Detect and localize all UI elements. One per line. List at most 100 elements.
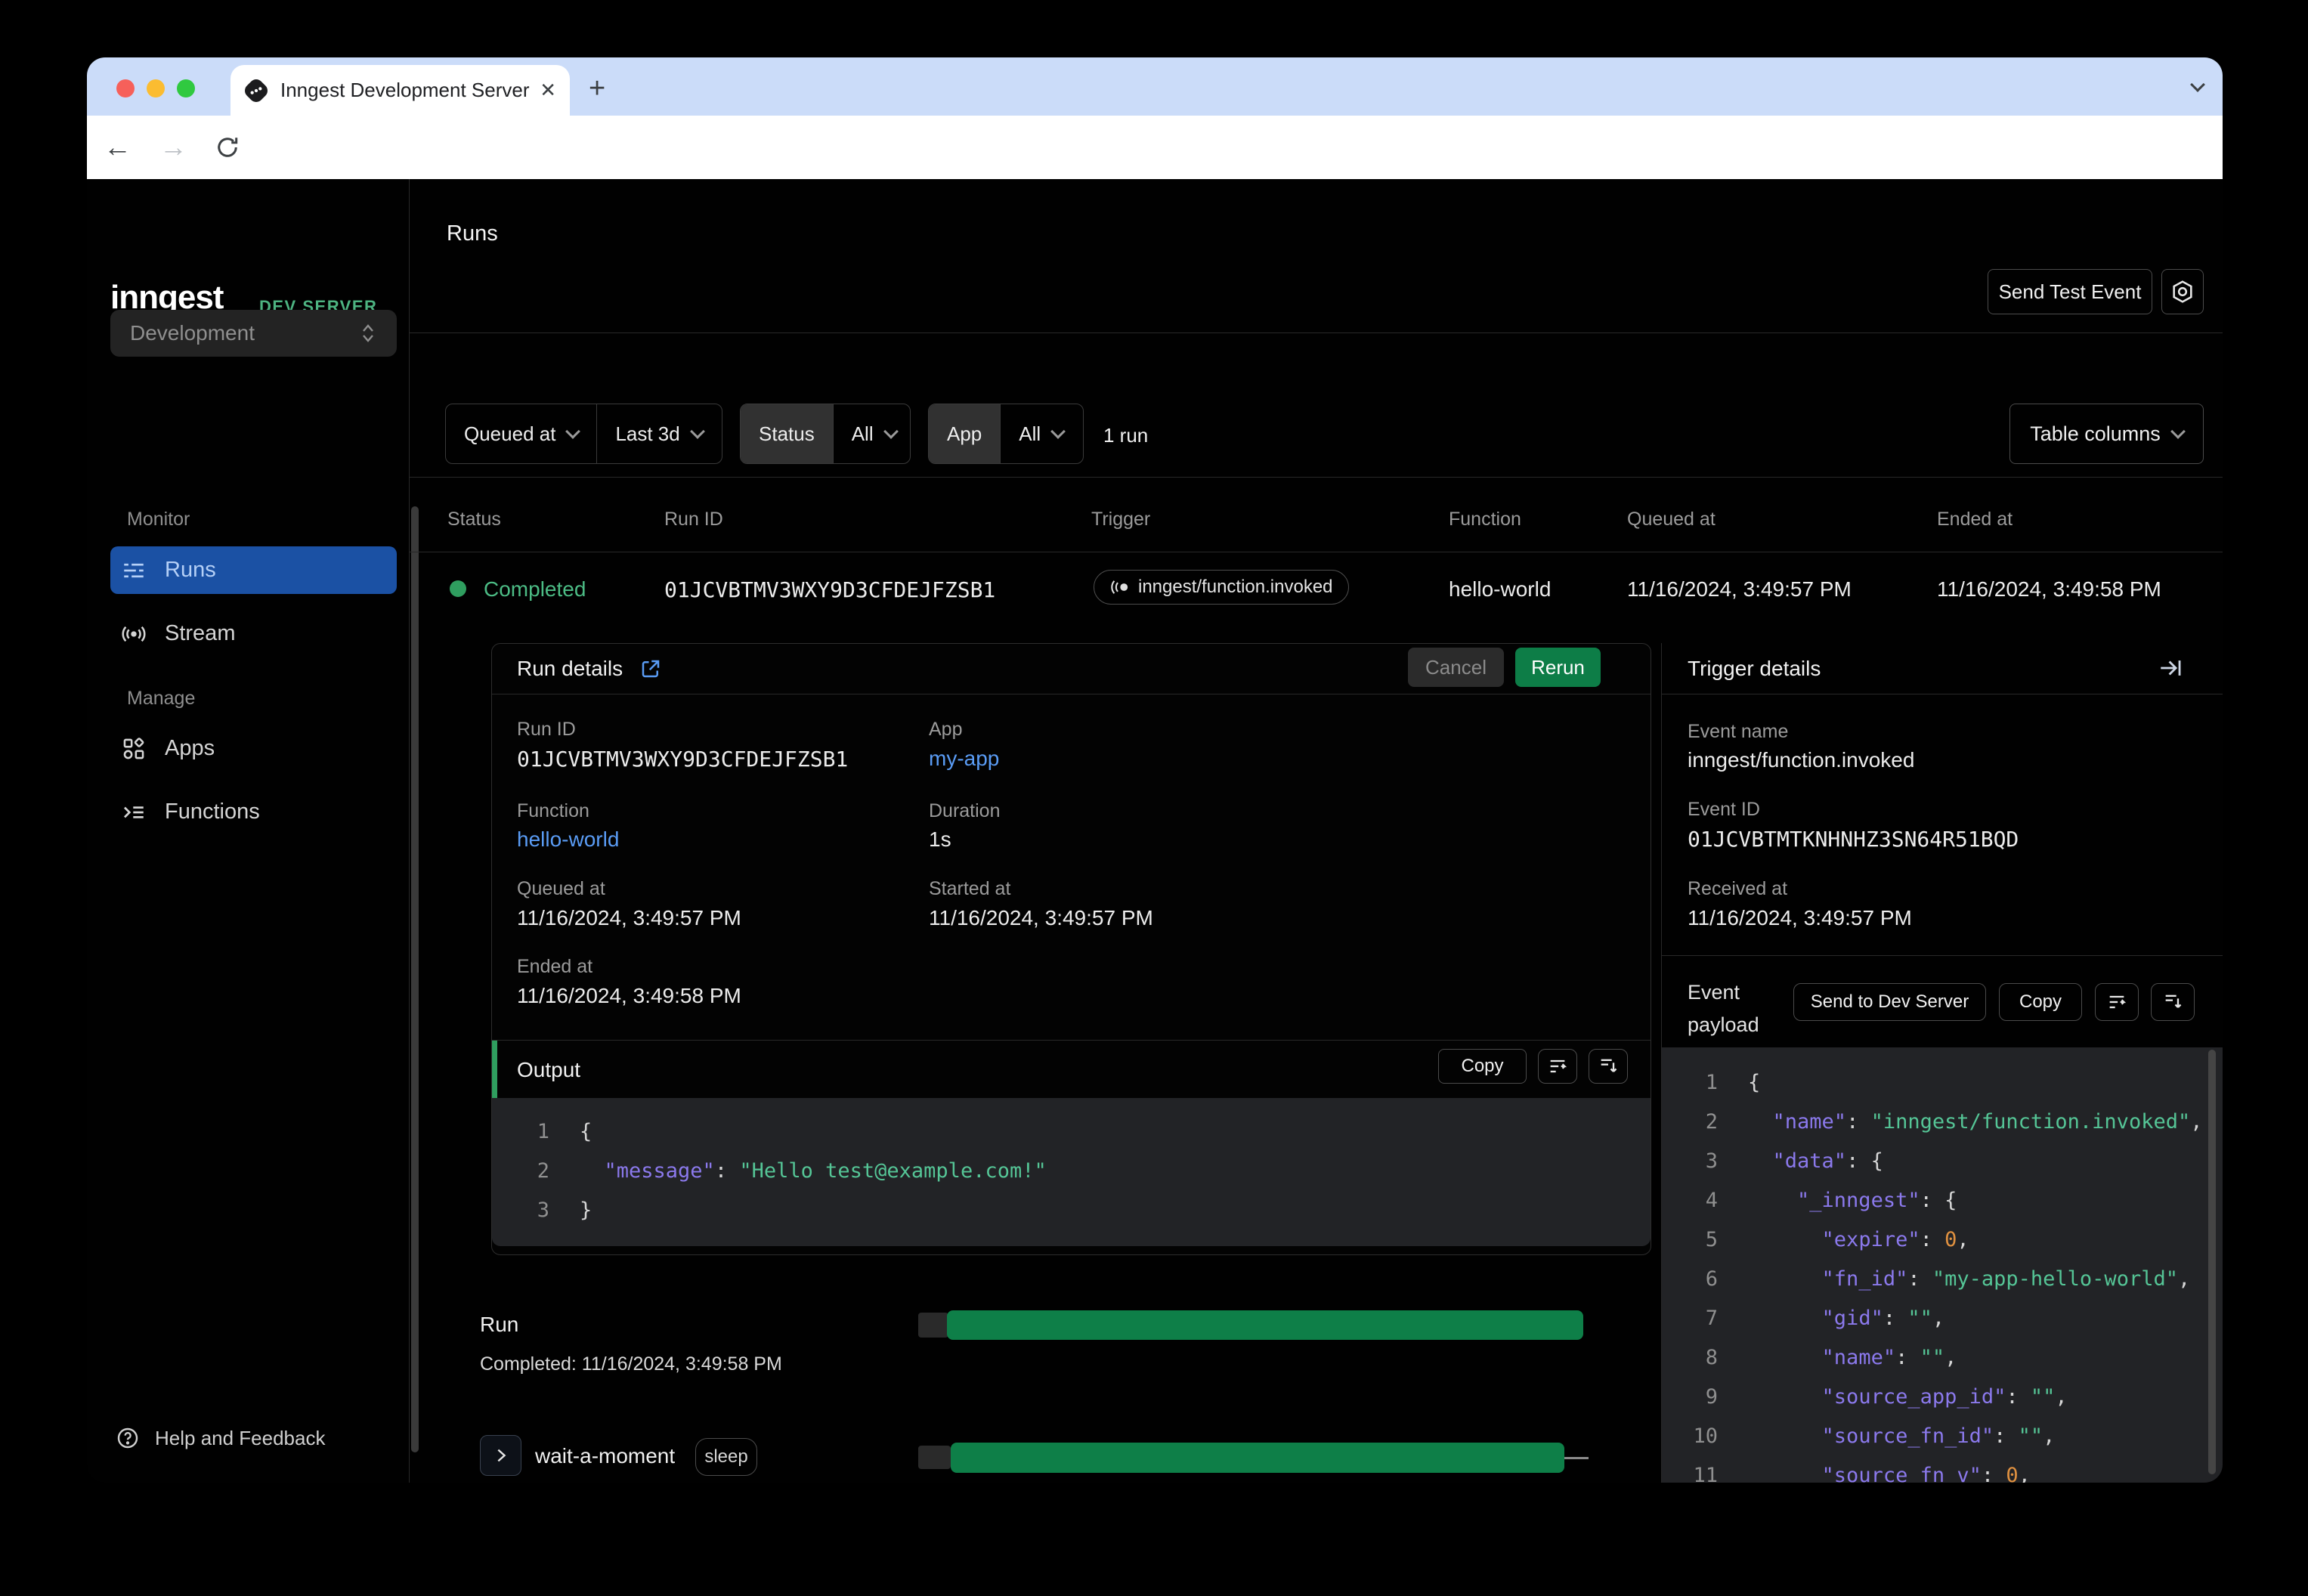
time-range-dropdown[interactable]: Last 3d [596, 404, 720, 463]
duration-value: 1s [929, 827, 951, 851]
output-top-divider [492, 1040, 1651, 1041]
tab-search-chevron-icon[interactable] [2180, 77, 2205, 94]
environment-select[interactable]: Development [110, 310, 397, 357]
browser-toolbar: ← → localhost:8288/runs [87, 116, 2223, 227]
payload-wrap-text-button[interactable] [2095, 983, 2139, 1021]
col-header-ended-at[interactable]: Ended at [1937, 509, 2013, 530]
event-id-label: Event ID [1688, 799, 1760, 820]
wrap-text-icon [2109, 995, 2127, 1009]
row-queued-at: 11/16/2024, 3:49:57 PM [1627, 577, 1852, 601]
collapse-right-icon [2161, 660, 2181, 676]
line-number: 11 [1693, 1464, 1718, 1483]
settings-button[interactable] [2161, 269, 2204, 314]
col-header-status[interactable]: Status [447, 509, 501, 530]
col-header-run-id[interactable]: Run ID [664, 509, 723, 530]
sidebar-item-apps[interactable]: Apps [110, 725, 397, 772]
event-trigger-badge[interactable]: inngest/function.invoked [1094, 570, 1349, 605]
status-filter-dropdown[interactable]: All [832, 404, 910, 463]
step-expand-button[interactable] [480, 1435, 521, 1476]
code-line: 3 "data": { [1675, 1142, 2223, 1181]
started-at-label: Started at [929, 878, 1011, 899]
browser-tab[interactable]: Inngest Development Server ✕ [230, 65, 570, 116]
time-filter[interactable]: Queued at Last 3d [445, 404, 722, 464]
cancel-button[interactable]: Cancel [1408, 648, 1504, 687]
status-filter[interactable]: Status All [740, 404, 911, 464]
function-link[interactable]: hello-world [517, 827, 619, 852]
col-header-trigger[interactable]: Trigger [1091, 509, 1150, 530]
tab-strip: Inngest Development Server ✕ + [87, 57, 2223, 116]
code-line: 11 "source_fn_v": 0, [1675, 1456, 2223, 1483]
output-wrap-text-button[interactable] [1538, 1049, 1577, 1084]
app-content: inngest DEV SERVER Development Monitor R… [87, 179, 2223, 1483]
code-line: 10 "source_fn_id": "", [1675, 1417, 2223, 1456]
run-count: 1 run [1103, 424, 1149, 447]
rerun-button[interactable]: Rerun [1515, 648, 1601, 687]
app-filter[interactable]: App All [928, 404, 1084, 464]
step-kind-badge: sleep [695, 1438, 757, 1476]
functions-list-icon [121, 800, 147, 825]
output-title: Output [517, 1058, 581, 1081]
row-run-id[interactable]: 01JCVBTMV3WXY9D3CFDEJFZSB1 [664, 577, 995, 602]
event-payload-code-block[interactable]: 1{2 "name": "inngest/function.invoked", 3… [1662, 1047, 2223, 1483]
send-test-event-button[interactable]: Send Test Event [1988, 269, 2152, 314]
payload-scroll-bottom-button[interactable] [2151, 983, 2195, 1021]
back-button[interactable]: ← [104, 131, 131, 164]
filter-divider [410, 477, 2223, 478]
code-line: 7 "gid": "", [1675, 1299, 2223, 1338]
event-payload-label: Event payload [1688, 981, 1759, 1036]
ended-at-label: Ended at [517, 956, 593, 977]
sidebar-item-stream[interactable]: Stream [110, 610, 397, 657]
tab-close-icon[interactable]: ✕ [540, 79, 556, 102]
output-code-block[interactable]: 1{2 "message": "Hello test@example.com!"… [492, 1098, 1651, 1246]
line-number: 8 [1705, 1346, 1718, 1369]
line-number: 5 [1705, 1228, 1718, 1251]
payload-copy-button[interactable]: Copy [1999, 983, 2082, 1021]
time-field-dropdown[interactable]: Queued at [446, 404, 596, 463]
help-label: Help and Feedback [155, 1426, 326, 1449]
ended-at-value: 11/16/2024, 3:49:58 PM [517, 984, 741, 1007]
browser-window: Inngest Development Server ✕ + ← → local… [87, 57, 2223, 1483]
run-id-label: Run ID [517, 719, 576, 740]
line-number: 4 [1705, 1189, 1718, 1212]
received-at-label: Received at [1688, 878, 1788, 899]
line-number: 6 [1705, 1267, 1718, 1291]
started-at-value: 11/16/2024, 3:49:57 PM [929, 906, 1153, 929]
step-name: wait-a-moment [535, 1444, 676, 1468]
output-scroll-bottom-button[interactable] [1589, 1049, 1628, 1084]
send-to-dev-server-button[interactable]: Send to Dev Server [1793, 983, 1986, 1021]
row-function: hello-world [1449, 577, 1552, 601]
payload-scrollbar[interactable] [2208, 1050, 2216, 1474]
zoom-window-button[interactable] [177, 79, 195, 97]
environment-select-value: Development [130, 321, 255, 345]
line-number: 2 [1705, 1110, 1718, 1134]
close-window-button[interactable] [116, 79, 135, 97]
code-line: 9 "source_app_id": "", [1675, 1378, 2223, 1417]
sidebar-item-functions[interactable]: Functions [110, 788, 397, 836]
section-label-manage: Manage [127, 688, 196, 709]
trigger-details-title: Trigger details [1688, 657, 1821, 680]
main-scrollbar[interactable] [411, 506, 419, 1452]
stream-broadcast-icon [121, 621, 147, 647]
sidebar-item-label: Stream [165, 621, 236, 645]
forward-button[interactable]: → [159, 131, 187, 164]
queued-at-label: Queued at [517, 878, 605, 899]
app-filter-dropdown[interactable]: All [1000, 404, 1081, 463]
page-title: Runs [447, 221, 498, 246]
collapse-panel-button[interactable] [2158, 655, 2183, 681]
run-progress-bar[interactable] [947, 1310, 1583, 1340]
help-and-feedback[interactable]: Help and Feedback [116, 1426, 325, 1450]
sidebar-item-runs[interactable]: Runs [110, 546, 397, 594]
received-at-value: 11/16/2024, 3:49:57 PM [1688, 906, 1912, 929]
row-ended-at: 11/16/2024, 3:49:58 PM [1937, 577, 2161, 601]
app-link[interactable]: my-app [929, 747, 999, 771]
reload-button[interactable] [214, 134, 241, 161]
external-link-icon[interactable] [639, 657, 662, 680]
step-progress-bar[interactable] [951, 1443, 1564, 1473]
new-tab-button[interactable]: + [589, 74, 605, 103]
output-copy-button[interactable]: Copy [1438, 1049, 1527, 1084]
chevron-right-icon [497, 1449, 506, 1462]
table-columns-button[interactable]: Table columns [2009, 404, 2204, 464]
minimize-window-button[interactable] [147, 79, 165, 97]
col-header-queued-at[interactable]: Queued at [1627, 509, 1716, 530]
col-header-function[interactable]: Function [1449, 509, 1521, 530]
